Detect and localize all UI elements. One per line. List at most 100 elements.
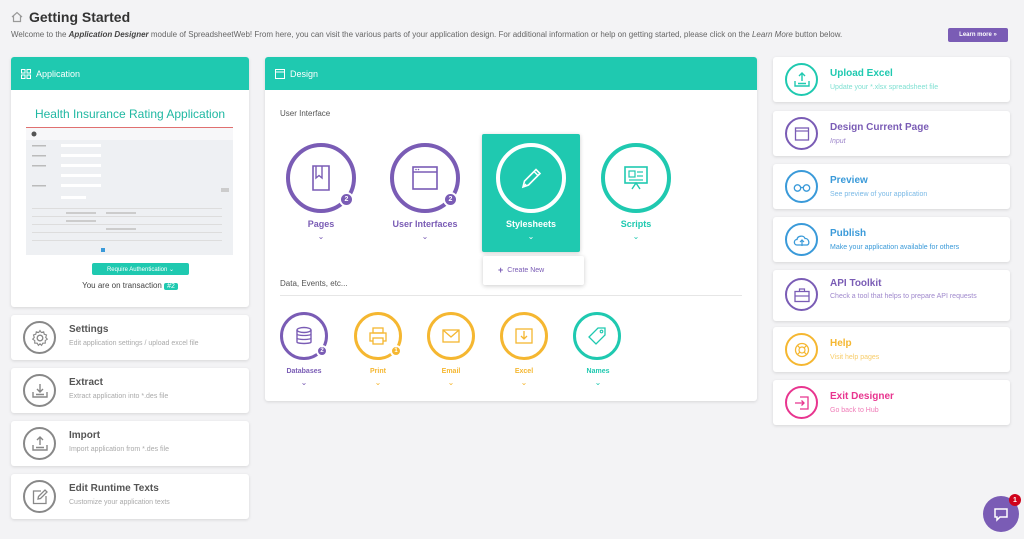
page-header: Getting Started — [11, 9, 130, 25]
transaction-badge: #2 — [164, 283, 178, 290]
user-interfaces-badge: 2 — [443, 192, 458, 207]
create-new-label: Create New — [507, 266, 545, 274]
exit-icon — [785, 386, 818, 419]
upload-tray-icon — [785, 63, 818, 96]
exit-designer-subtitle: Go back to Hub — [830, 407, 879, 414]
printer-icon — [367, 325, 389, 347]
names-circle[interactable] — [573, 312, 621, 360]
excel-chevron-icon[interactable]: ⌄ — [514, 378, 534, 387]
extract-card[interactable]: Extract Extract application into *.des f… — [11, 368, 249, 413]
edit-runtime-texts-subtitle: Customize your application texts — [69, 499, 170, 506]
application-panel: Application Health Insurance Rating Appl… — [11, 57, 249, 307]
data-events-section-label: Data, Events, etc... — [280, 279, 348, 288]
toolbox-icon — [785, 278, 818, 311]
databases-badge: 2 — [316, 345, 328, 357]
email-chevron-icon[interactable]: ⌄ — [441, 378, 461, 387]
pages-circle[interactable]: 2 — [286, 143, 356, 213]
databases-circle[interactable]: 2 — [280, 312, 328, 360]
application-thumbnail[interactable] — [26, 127, 233, 255]
design-current-page-subtitle: Input — [830, 138, 846, 145]
edit-runtime-texts-title: Edit Runtime Texts — [69, 483, 159, 494]
preview-title: Preview — [830, 175, 868, 186]
api-toolkit-subtitle: Check a tool that helps to prepare API r… — [830, 293, 977, 300]
print-chevron-icon[interactable]: ⌄ — [368, 378, 388, 387]
presentation-icon — [620, 162, 652, 194]
upload-excel-subtitle: Update your *.xlsx spreadsheet file — [830, 84, 939, 91]
exit-designer-title: Exit Designer — [830, 391, 894, 402]
section-divider — [280, 295, 742, 296]
names-label[interactable]: Names — [563, 368, 633, 375]
user-interface-section-label: User Interface — [280, 109, 331, 118]
design-panel: Design User Interface 2 Pages ⌄ 2 User I… — [265, 57, 757, 401]
download-tray-icon — [23, 374, 56, 407]
plus-icon: + — [498, 265, 504, 275]
extract-title: Extract — [69, 377, 103, 388]
design-panel-title: Design — [290, 68, 319, 79]
databases-label[interactable]: Databases — [269, 368, 339, 375]
welcome-text: Welcome to the Application Designer modu… — [11, 30, 843, 39]
settings-card[interactable]: Settings Edit application settings / upl… — [11, 315, 249, 360]
lifebuoy-icon — [785, 333, 818, 366]
learn-more-button[interactable]: Learn more » — [948, 28, 1008, 42]
excel-label[interactable]: Excel — [489, 368, 559, 375]
settings-title: Settings — [69, 324, 109, 335]
email-circle[interactable] — [427, 312, 475, 360]
publish-title: Publish — [830, 228, 867, 239]
envelope-icon — [440, 325, 462, 347]
import-subtitle: Import application from *.des file — [69, 446, 169, 453]
require-authentication-button[interactable]: Require Authentication ⌄ — [92, 263, 189, 275]
import-title: Import — [69, 430, 101, 441]
pages-chevron-icon[interactable]: ⌄ — [311, 232, 331, 241]
preview-subtitle: See preview of your application — [830, 191, 928, 198]
scripts-chevron-icon[interactable]: ⌄ — [626, 232, 646, 241]
stylesheets-chevron-icon[interactable]: ⌄ — [521, 232, 541, 241]
help-subtitle: Visit help pages — [830, 354, 880, 361]
page-title: Getting Started — [29, 9, 131, 25]
edit-runtime-texts-card[interactable]: Edit Runtime Texts Customize your applic… — [11, 474, 249, 519]
window-icon — [275, 68, 285, 79]
excel-download-icon — [513, 325, 535, 347]
import-card[interactable]: Import Import application from *.des fil… — [11, 421, 249, 466]
excel-circle[interactable] — [500, 312, 548, 360]
publish-card[interactable]: Publish Make your application available … — [773, 217, 1010, 262]
chat-bubble-icon — [992, 505, 1010, 523]
browser-window-icon — [785, 117, 818, 150]
chat-notification-badge: 1 — [1009, 494, 1021, 506]
preview-card[interactable]: Preview See preview of your application — [773, 164, 1010, 209]
create-new-item[interactable]: + Create New — [498, 265, 544, 275]
stylesheets-label[interactable]: Stylesheets — [481, 219, 581, 229]
application-panel-title: Application — [36, 68, 81, 79]
help-card[interactable]: Help Visit help pages — [773, 327, 1010, 372]
upload-excel-card[interactable]: Upload Excel Update your *.xlsx spreadsh… — [773, 57, 1010, 102]
grid-icon — [21, 68, 31, 79]
pages-label[interactable]: Pages — [271, 219, 371, 229]
application-panel-header: Application — [11, 57, 249, 90]
upload-excel-title: Upload Excel — [830, 68, 893, 79]
cloud-upload-icon — [785, 223, 818, 256]
stylesheets-circle[interactable] — [496, 143, 566, 213]
pen-icon — [515, 162, 547, 194]
databases-chevron-icon[interactable]: ⌄ — [294, 378, 314, 387]
scripts-circle[interactable] — [601, 143, 671, 213]
design-current-page-card[interactable]: Design Current Page Input — [773, 111, 1010, 156]
print-label[interactable]: Print — [343, 368, 413, 375]
names-chevron-icon[interactable]: ⌄ — [588, 378, 608, 387]
settings-subtitle: Edit application settings / upload excel… — [69, 340, 199, 347]
email-label[interactable]: Email — [416, 368, 486, 375]
user-interfaces-circle[interactable]: 2 — [390, 143, 460, 213]
scripts-label[interactable]: Scripts — [586, 219, 686, 229]
chat-button[interactable]: 1 — [983, 494, 1021, 532]
pencil-square-icon — [23, 480, 56, 513]
print-circle[interactable]: 1 — [354, 312, 402, 360]
print-badge: 1 — [390, 345, 402, 357]
design-panel-header: Design — [265, 57, 757, 90]
transaction-info: You are on transaction #2 — [11, 281, 249, 290]
exit-designer-card[interactable]: Exit Designer Go back to Hub — [773, 380, 1010, 425]
home-icon[interactable] — [11, 11, 23, 23]
help-title: Help — [830, 338, 852, 349]
application-name[interactable]: Health Insurance Rating Application — [11, 107, 249, 121]
user-interfaces-chevron-icon[interactable]: ⌄ — [415, 232, 435, 241]
glasses-icon — [785, 170, 818, 203]
api-toolkit-card[interactable]: API Toolkit Check a tool that helps to p… — [773, 270, 1010, 321]
user-interfaces-label[interactable]: User Interfaces — [375, 219, 475, 229]
